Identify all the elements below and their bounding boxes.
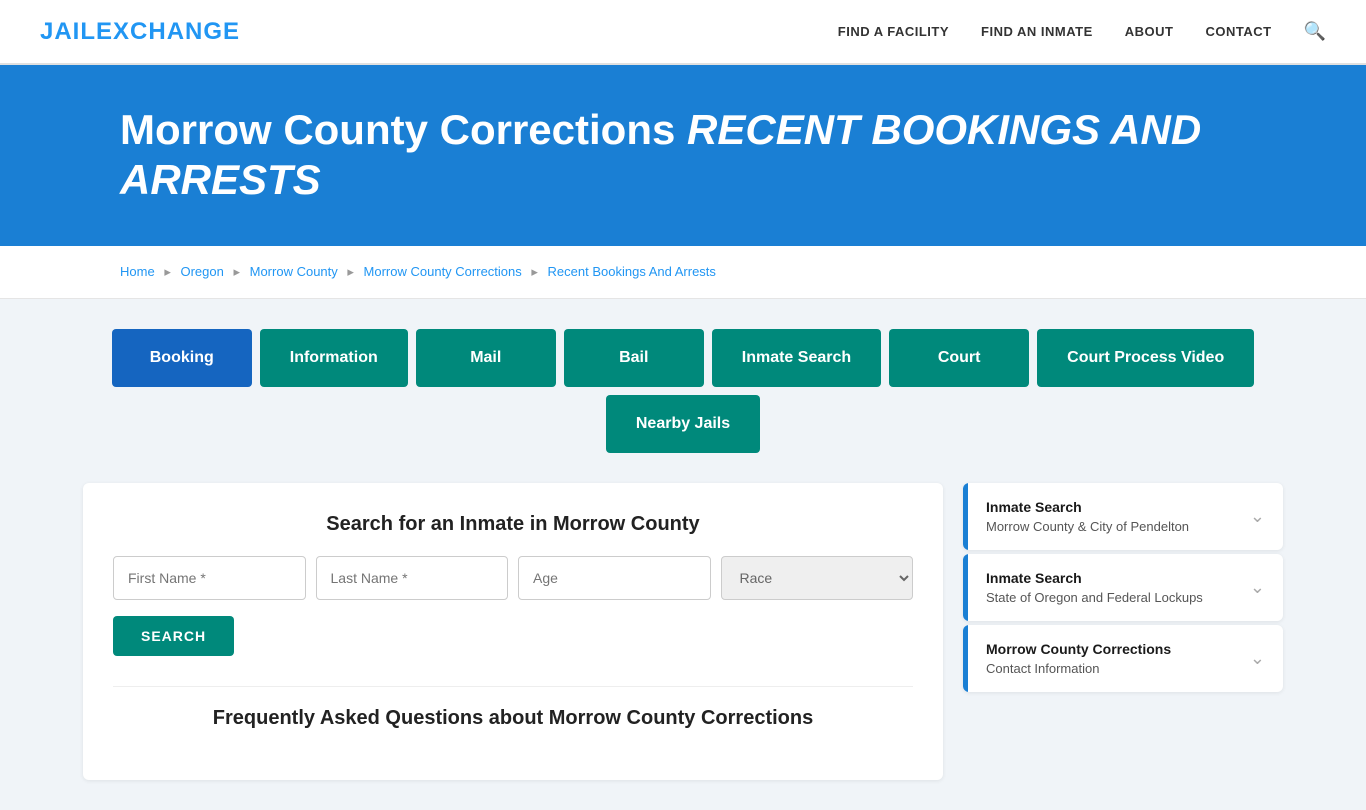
- breadcrumb-morrow-corrections[interactable]: Morrow County Corrections: [364, 264, 522, 279]
- tab-booking[interactable]: Booking: [112, 329, 252, 387]
- sidebar-card-1-header[interactable]: Inmate Search Morrow County & City of Pe…: [963, 483, 1283, 550]
- chevron-down-icon-3: ⌄: [1250, 648, 1265, 669]
- right-panel: Inmate Search Morrow County & City of Pe…: [963, 483, 1283, 696]
- main-wrapper: Booking Information Mail Bail Inmate Sea…: [53, 299, 1313, 810]
- hero-title: Morrow County Corrections RECENT BOOKING…: [120, 105, 1246, 206]
- sidebar-card-2-main: Inmate Search: [986, 570, 1203, 586]
- chevron-down-icon-1: ⌄: [1250, 506, 1265, 527]
- sidebar-card-2: Inmate Search State of Oregon and Federa…: [963, 554, 1283, 621]
- search-button[interactable]: SEARCH: [113, 616, 234, 656]
- sidebar-card-3-sub: Contact Information: [986, 661, 1099, 676]
- breadcrumb-sep-2: ▸: [233, 264, 240, 279]
- first-name-input[interactable]: [113, 556, 306, 600]
- logo-part1: JAIL: [40, 18, 96, 45]
- sidebar-card-3-title: Morrow County Corrections Contact Inform…: [986, 641, 1171, 676]
- sidebar-card-2-header[interactable]: Inmate Search State of Oregon and Federa…: [963, 554, 1283, 621]
- sidebar-card-2-sub: State of Oregon and Federal Lockups: [986, 590, 1203, 605]
- sidebar-card-3-main: Morrow County Corrections: [986, 641, 1171, 657]
- chevron-down-icon-2: ⌄: [1250, 577, 1265, 598]
- tabs-row2: Nearby Jails: [83, 395, 1283, 453]
- sidebar-card-1-sub: Morrow County & City of Pendelton: [986, 519, 1189, 534]
- breadcrumb-oregon[interactable]: Oregon: [180, 264, 223, 279]
- breadcrumb-sep-4: ▸: [531, 264, 538, 279]
- sidebar-card-1: Inmate Search Morrow County & City of Pe…: [963, 483, 1283, 550]
- sidebar-card-2-title: Inmate Search State of Oregon and Federa…: [986, 570, 1203, 605]
- breadcrumb-sep-3: ▸: [347, 264, 354, 279]
- left-panel: Search for an Inmate in Morrow County Ra…: [83, 483, 943, 780]
- tab-nearby-jails[interactable]: Nearby Jails: [606, 395, 760, 453]
- hero-title-main: Morrow County Corrections: [120, 106, 675, 153]
- sidebar-card-3-header[interactable]: Morrow County Corrections Contact Inform…: [963, 625, 1283, 692]
- race-select[interactable]: Race White Black Hispanic Asian Native A…: [721, 556, 914, 600]
- tabs-row: Booking Information Mail Bail Inmate Sea…: [83, 329, 1283, 387]
- nav-contact[interactable]: CONTACT: [1205, 24, 1271, 39]
- tab-inmate-search[interactable]: Inmate Search: [712, 329, 881, 387]
- search-fields: Race White Black Hispanic Asian Native A…: [113, 556, 913, 600]
- breadcrumb-home[interactable]: Home: [120, 264, 155, 279]
- sidebar-card-3: Morrow County Corrections Contact Inform…: [963, 625, 1283, 692]
- faq-heading: Frequently Asked Questions about Morrow …: [113, 686, 913, 730]
- breadcrumb-sep-1: ▸: [164, 264, 171, 279]
- nav-links: FIND A FACILITY FIND AN INMATE ABOUT CON…: [838, 21, 1326, 42]
- main-nav: JAILEXCHANGE FIND A FACILITY FIND AN INM…: [0, 0, 1366, 65]
- nav-find-inmate[interactable]: FIND AN INMATE: [981, 24, 1093, 39]
- tab-court-process-video[interactable]: Court Process Video: [1037, 329, 1254, 387]
- content-area: Search for an Inmate in Morrow County Ra…: [83, 483, 1283, 780]
- breadcrumb: Home ▸ Oregon ▸ Morrow County ▸ Morrow C…: [0, 246, 1366, 299]
- nav-about[interactable]: ABOUT: [1125, 24, 1174, 39]
- sidebar-card-1-title: Inmate Search Morrow County & City of Pe…: [986, 499, 1189, 534]
- sidebar-card-1-main: Inmate Search: [986, 499, 1189, 515]
- tab-information[interactable]: Information: [260, 329, 408, 387]
- age-input[interactable]: [518, 556, 711, 600]
- breadcrumb-morrow-county[interactable]: Morrow County: [250, 264, 338, 279]
- nav-find-facility[interactable]: FIND A FACILITY: [838, 24, 949, 39]
- breadcrumb-current: Recent Bookings And Arrests: [548, 264, 716, 279]
- last-name-input[interactable]: [316, 556, 509, 600]
- search-icon[interactable]: 🔍: [1304, 21, 1326, 42]
- tab-bail[interactable]: Bail: [564, 329, 704, 387]
- tab-court[interactable]: Court: [889, 329, 1029, 387]
- logo-part2: EXCHANGE: [96, 18, 240, 45]
- tab-mail[interactable]: Mail: [416, 329, 556, 387]
- inmate-search-heading: Search for an Inmate in Morrow County: [113, 513, 913, 536]
- site-logo[interactable]: JAILEXCHANGE: [40, 18, 240, 46]
- hero-section: Morrow County Corrections RECENT BOOKING…: [0, 65, 1366, 246]
